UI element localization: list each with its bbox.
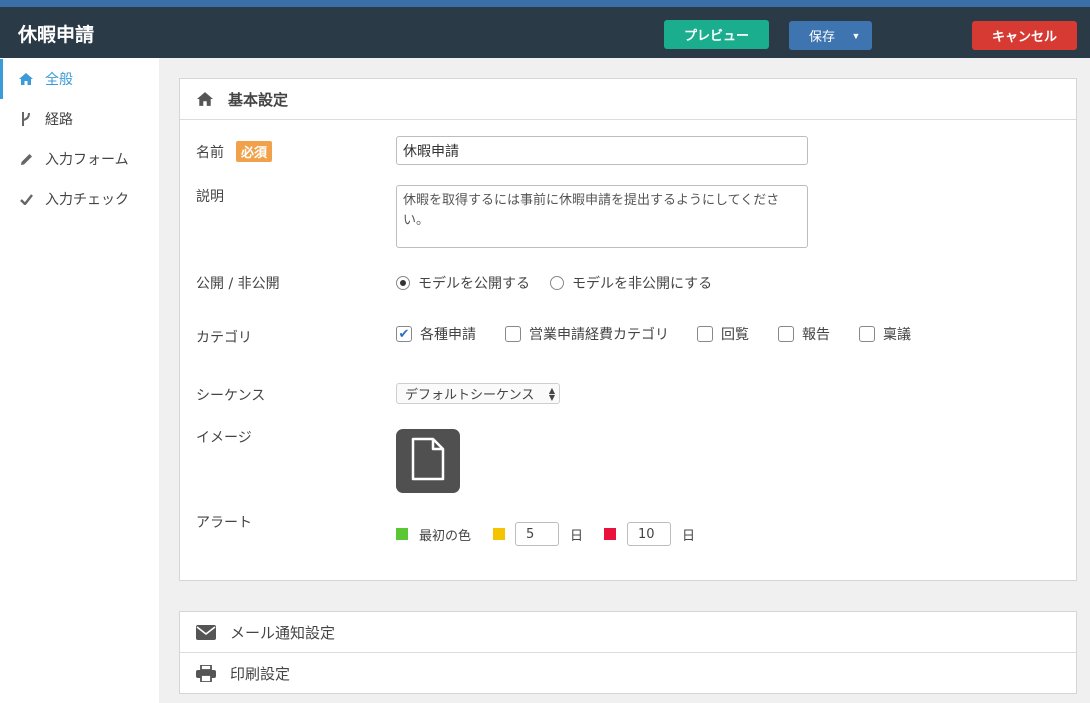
sidebar: 全般 経路 入力フォーム 入力チェック bbox=[0, 58, 159, 703]
visibility-label: 公開 / 非公開 bbox=[196, 276, 280, 292]
category-checkbox-4[interactable]: 稟議 bbox=[859, 324, 911, 344]
name-label-text: 名前 bbox=[196, 145, 224, 161]
sequence-label: シーケンス bbox=[196, 388, 266, 404]
day-unit-label: 日 bbox=[682, 528, 696, 544]
alert-first-color-label: 最初の色 bbox=[419, 528, 472, 544]
checkbox[interactable] bbox=[505, 326, 521, 342]
checked-checkbox[interactable]: ✔ bbox=[396, 326, 412, 342]
mail-notification-settings-row[interactable]: メール通知設定 bbox=[180, 612, 1076, 653]
sidebar-item-label: 経路 bbox=[45, 112, 73, 128]
name-label: 名前 必須 bbox=[196, 141, 273, 162]
category-checkbox-0[interactable]: ✔ 各種申請 bbox=[396, 324, 476, 344]
category-label: カテゴリ bbox=[196, 330, 252, 346]
sidebar-item-label: 全般 bbox=[45, 72, 73, 88]
day-unit-label: 日 bbox=[570, 528, 584, 544]
category-checkbox-3[interactable]: 報告 bbox=[778, 324, 830, 344]
visibility-radio-group: モデルを公開する モデルを非公開にする bbox=[396, 273, 712, 293]
sidebar-item-label: 入力チェック bbox=[45, 192, 129, 208]
save-button-label: 保存 bbox=[809, 29, 836, 44]
visibility-public-radio[interactable] bbox=[396, 276, 410, 290]
sequence-select[interactable]: デフォルトシーケンス ▲ ▼ bbox=[396, 383, 560, 404]
document-icon bbox=[411, 437, 445, 485]
home-icon bbox=[196, 92, 214, 106]
mail-settings-title: メール通知設定 bbox=[230, 623, 336, 642]
save-button[interactable]: 保存 ▼ bbox=[789, 21, 872, 50]
required-badge: 必須 bbox=[236, 141, 273, 162]
sidebar-item-route[interactable]: 経路 bbox=[0, 99, 159, 139]
sidebar-item-general[interactable]: 全般 bbox=[0, 59, 159, 99]
image-upload-tile[interactable] bbox=[396, 429, 460, 493]
checkbox[interactable] bbox=[859, 326, 875, 342]
category-checkbox-1[interactable]: 営業申請経費カテゴリ bbox=[505, 324, 669, 344]
envelope-icon bbox=[196, 624, 216, 640]
visibility-public-label[interactable]: モデルを公開する bbox=[418, 273, 530, 293]
category-checkbox-2[interactable]: 回覧 bbox=[697, 324, 749, 344]
category-label-3: 報告 bbox=[802, 327, 830, 343]
category-label-4: 稟議 bbox=[883, 327, 911, 343]
visibility-private-radio[interactable] bbox=[550, 276, 564, 290]
home-icon bbox=[17, 73, 35, 85]
pencil-icon bbox=[17, 153, 35, 166]
branch-icon bbox=[17, 112, 35, 126]
top-stripe bbox=[0, 0, 1090, 7]
caret-down-icon[interactable]: ▼ bbox=[846, 21, 866, 50]
alert-red-swatch bbox=[604, 528, 617, 540]
alert-label: アラート bbox=[196, 515, 252, 531]
description-textarea[interactable]: 休暇を取得するには事前に休暇申請を提出するようにしてください。 bbox=[396, 185, 808, 248]
print-settings-title: 印刷設定 bbox=[230, 665, 291, 683]
sidebar-item-label: 入力フォーム bbox=[45, 152, 129, 168]
category-label-0: 各種申請 bbox=[420, 327, 476, 343]
category-label-2: 回覧 bbox=[721, 327, 749, 343]
printer-icon bbox=[196, 665, 216, 682]
basic-settings-title: 基本設定 bbox=[228, 90, 289, 109]
print-settings-row[interactable]: 印刷設定 bbox=[180, 653, 1076, 694]
category-label-1: 営業申請経費カテゴリ bbox=[529, 327, 669, 343]
check-icon bbox=[17, 193, 35, 205]
page-title: 休暇申請 bbox=[18, 24, 95, 46]
alert-green-swatch bbox=[396, 528, 408, 540]
basic-settings-header[interactable]: 基本設定 bbox=[180, 79, 1076, 120]
alert-red-days-input[interactable]: 10 bbox=[627, 522, 672, 546]
collapsed-panels: メール通知設定 印刷設定 bbox=[179, 611, 1077, 694]
alert-yellow-days-input[interactable]: 5 bbox=[515, 522, 560, 546]
header-bar: 休暇申請 プレビュー 保存 ▼ キャンセル bbox=[0, 7, 1090, 58]
sidebar-item-input-form[interactable]: 入力フォーム bbox=[0, 139, 159, 179]
sequence-select-value: デフォルトシーケンス bbox=[405, 388, 535, 403]
select-arrows-icon: ▲ ▼ bbox=[548, 385, 555, 402]
preview-button[interactable]: プレビュー bbox=[664, 20, 769, 49]
checkbox[interactable] bbox=[697, 326, 713, 342]
alert-row: 最初の色 5 日 10 日 bbox=[396, 522, 695, 546]
alert-yellow-swatch bbox=[493, 528, 506, 540]
name-input[interactable]: 休暇申請 bbox=[396, 136, 808, 165]
basic-settings-panel: 基本設定 名前 必須 休暇申請 説明 休暇を取得するには事前に休暇申請を提出するよ… bbox=[179, 78, 1077, 581]
sidebar-item-input-check[interactable]: 入力チェック bbox=[0, 179, 159, 219]
checkbox[interactable] bbox=[778, 326, 794, 342]
description-label: 説明 bbox=[196, 189, 224, 205]
visibility-private-label[interactable]: モデルを非公開にする bbox=[572, 273, 712, 293]
cancel-button[interactable]: キャンセル bbox=[972, 21, 1077, 50]
image-label: イメージ bbox=[196, 430, 252, 446]
